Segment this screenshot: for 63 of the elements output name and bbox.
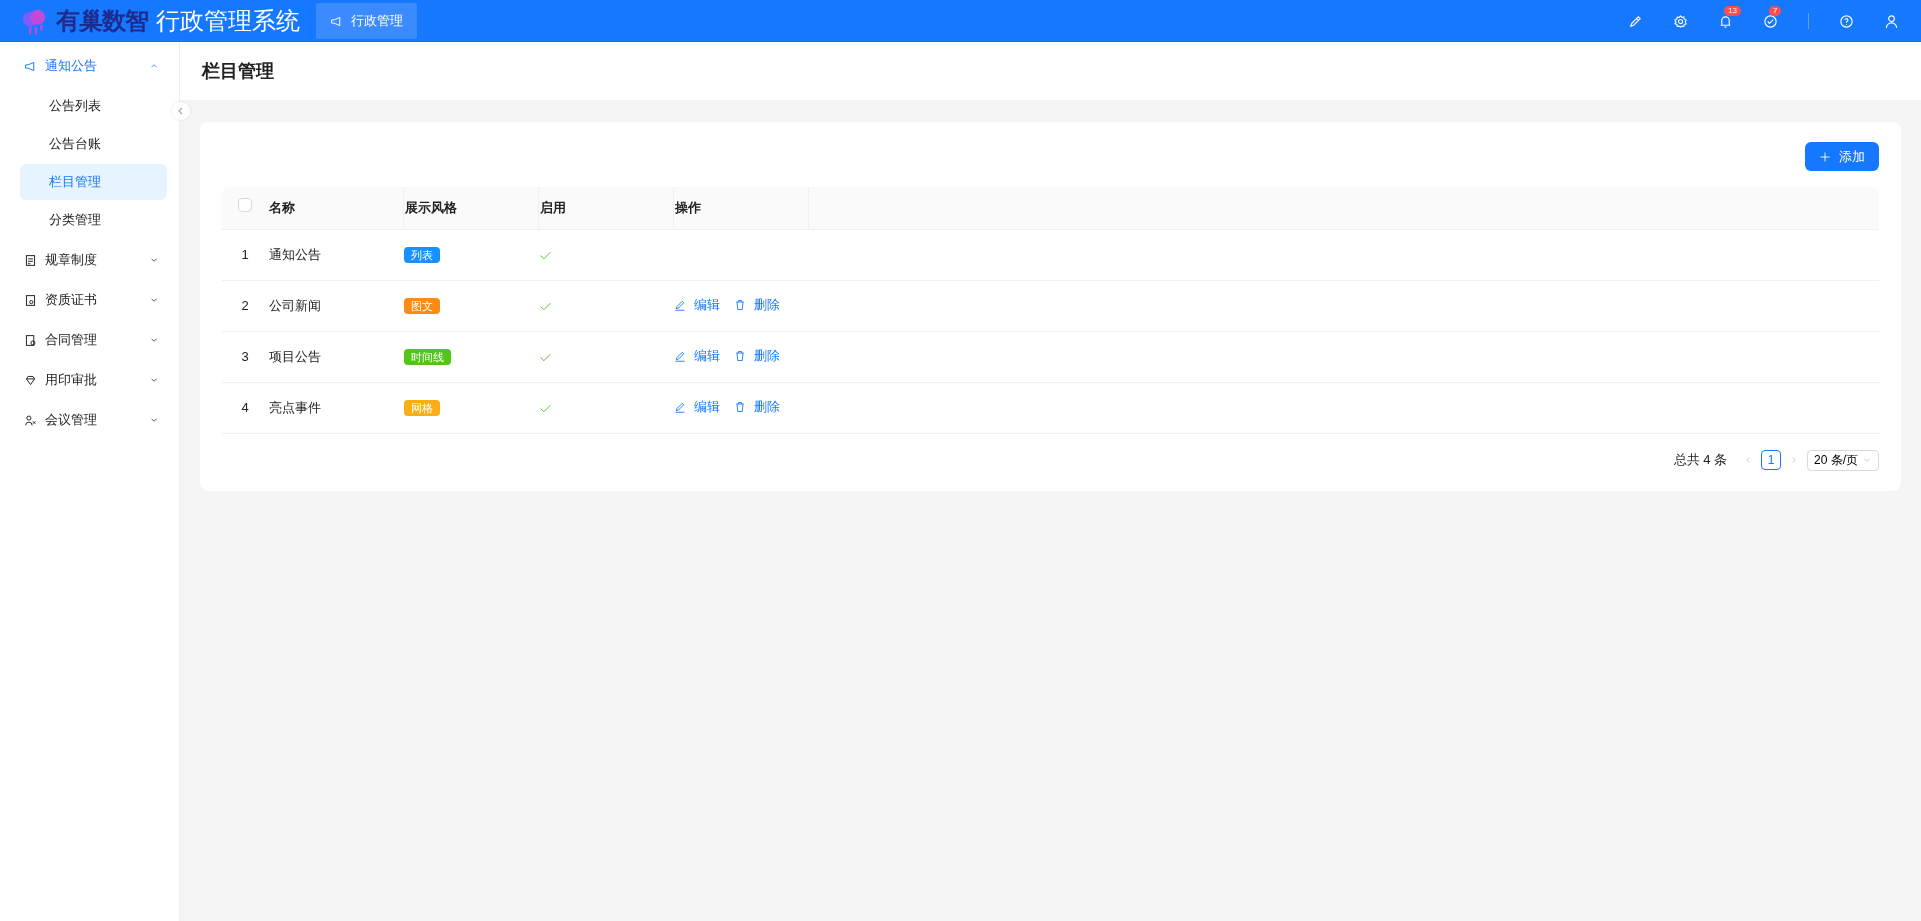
edit-link[interactable]: 编辑 (674, 396, 720, 417)
sidebar-group[interactable]: 合同管理 (0, 320, 179, 360)
contract-icon (24, 333, 37, 347)
page-size-select[interactable]: 20 条/页 (1807, 449, 1879, 471)
bell-icon[interactable] (1718, 13, 1733, 29)
brush-icon[interactable] (1628, 13, 1643, 29)
people-icon (24, 413, 37, 427)
style-tag: 时间线 (404, 348, 451, 365)
logo-text: 有巢数智 (56, 6, 148, 36)
table-cell: 公司新闻 (269, 297, 321, 313)
count-badge: 13 (1724, 5, 1741, 16)
count-badge: 7 (1769, 5, 1782, 16)
sidebar-item[interactable]: 分类管理 (20, 202, 167, 238)
row-number: 2 (241, 297, 249, 313)
user-icon[interactable] (1884, 13, 1899, 29)
megaphone-icon (24, 59, 37, 73)
trash-icon (734, 400, 746, 413)
document-icon (24, 253, 37, 267)
column-header: 名称 (269, 200, 295, 215)
style-tag: 列表 (404, 246, 440, 263)
sidebar-item[interactable]: 栏目管理 (20, 164, 167, 200)
table-cell: 通知公告 (269, 246, 321, 262)
edit-link[interactable]: 编辑 (674, 294, 720, 315)
table-cell: 项目公告 (269, 348, 321, 364)
select-all-checkbox[interactable] (238, 198, 252, 212)
column-header: 操作 (674, 200, 701, 215)
pencil-icon (674, 298, 686, 311)
column-header: 启用 (539, 200, 566, 215)
row-number: 3 (241, 348, 249, 364)
sidebar-item[interactable]: 公告台账 (20, 126, 167, 162)
column-header: 展示风格 (404, 200, 457, 215)
table-cell: 亮点事件 (269, 399, 321, 415)
pencil-icon (674, 400, 686, 413)
certificate-icon (24, 293, 37, 307)
row-number: 4 (241, 399, 249, 415)
plus-icon (1819, 150, 1831, 163)
row-number: 1 (241, 246, 249, 262)
trash-icon (734, 349, 746, 362)
app-title: 行政管理系统 (156, 6, 300, 36)
total-count: 总共 4 条 (1673, 451, 1727, 470)
settings-icon[interactable] (1673, 13, 1688, 29)
pencil-icon (674, 349, 686, 362)
add-button[interactable]: 添加 (1805, 142, 1879, 171)
delete-link[interactable]: 删除 (734, 345, 780, 366)
gem-icon (24, 373, 37, 387)
sidebar-group[interactable]: 用印审批 (0, 360, 179, 400)
help-icon[interactable] (1839, 13, 1854, 29)
edit-link[interactable]: 编辑 (674, 345, 720, 366)
sidebar-item[interactable]: 公告列表 (20, 88, 167, 124)
page-title: 栏目管理 (202, 59, 274, 83)
trash-icon (734, 298, 746, 311)
style-tag: 网格 (404, 399, 440, 416)
delete-link[interactable]: 删除 (734, 396, 780, 417)
sidebar-group[interactable]: 资质证书 (0, 280, 179, 320)
delete-link[interactable]: 删除 (734, 294, 780, 315)
sidebar-group[interactable]: 会议管理 (0, 400, 179, 440)
page-button[interactable]: 1 (1761, 450, 1781, 470)
megaphone-icon (330, 14, 343, 28)
check-circle-icon[interactable] (1763, 13, 1778, 29)
sidebar-group[interactable]: 规章制度 (0, 240, 179, 280)
module-tab[interactable]: 行政管理 (316, 3, 417, 39)
sidebar-group[interactable]: 通知公告 (0, 46, 179, 86)
style-tag: 图文 (404, 297, 440, 314)
